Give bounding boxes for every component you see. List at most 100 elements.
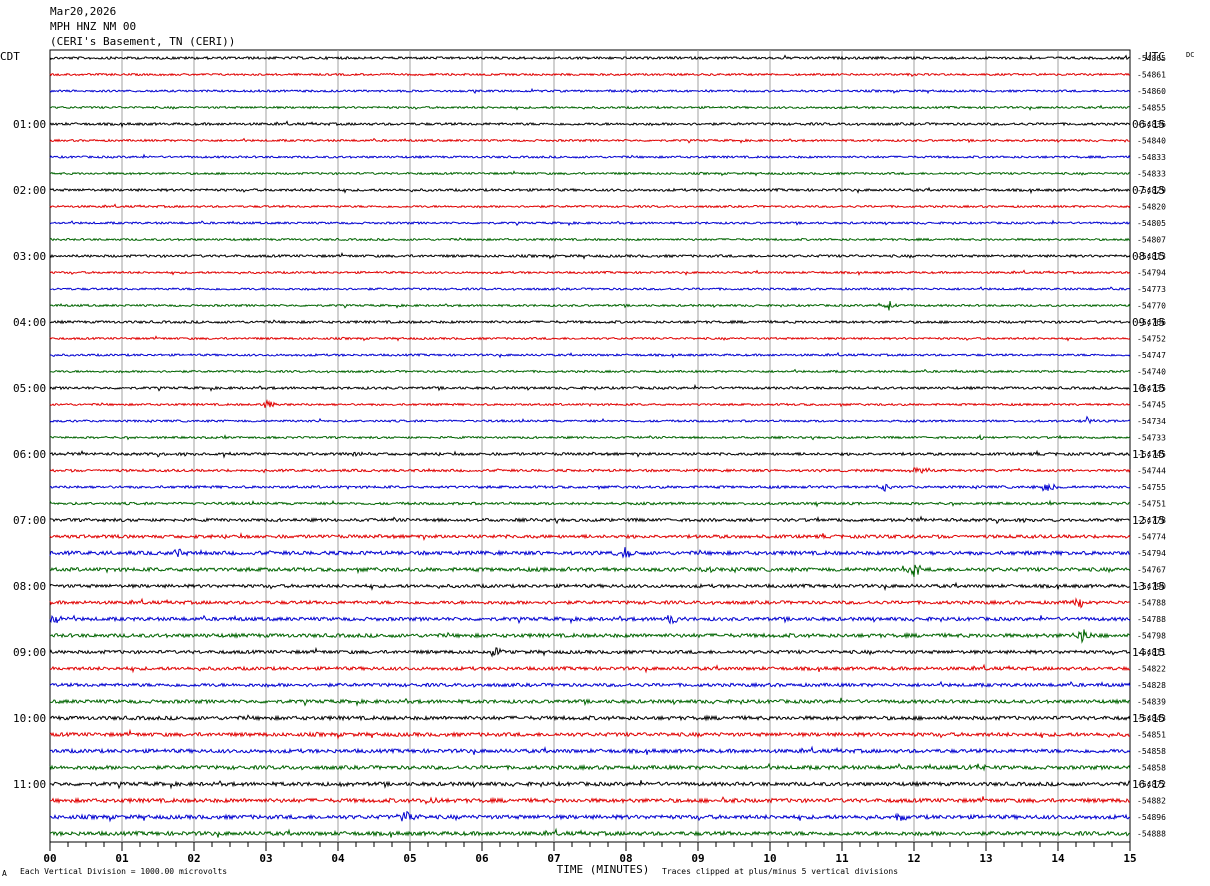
dc-offset-label: -54798 [1137, 632, 1166, 641]
x-tick-label: 06 [475, 852, 489, 865]
dc-offset-label: -54755 [1137, 483, 1166, 492]
seismic-trace [49, 614, 1131, 625]
seismic-trace [49, 203, 1131, 209]
plot-frame [49, 49, 1131, 843]
hour-label-right: 16:15 [1132, 778, 1165, 791]
hour-label-left: 04:00 [13, 316, 46, 329]
dc-offset-label: -54767 [1137, 566, 1166, 575]
x-tick-label: 15 [1123, 852, 1136, 865]
seismic-trace [49, 383, 1131, 392]
hour-label-right: 13:15 [1132, 580, 1165, 593]
seismic-trace [49, 286, 1131, 292]
dc-offset-label: -54740 [1137, 368, 1166, 377]
dc-offset-label: -54805 [1137, 219, 1166, 228]
seismic-trace [49, 335, 1131, 342]
helicorder-chart: -54865-54861-54860-54855-54836-54840-548… [0, 49, 1194, 876]
seismic-trace [49, 532, 1131, 542]
x-tick-label: 12 [907, 852, 920, 865]
seismic-trace [49, 301, 1131, 311]
dc-offset-label: -54882 [1137, 797, 1166, 806]
seismic-trace [49, 581, 1131, 592]
seismic-trace [50, 796, 1131, 805]
seismic-trace [49, 762, 1131, 772]
x-tick-label: 11 [835, 852, 849, 865]
seismic-trace [49, 351, 1131, 359]
hour-label-left: 09:00 [13, 646, 46, 659]
x-tick-label: 01 [115, 852, 129, 865]
seismic-trace [49, 680, 1131, 689]
hour-label-left: 03:00 [13, 250, 46, 263]
seismic-trace [49, 219, 1131, 227]
dc-offset-label: -54770 [1137, 302, 1166, 311]
dc-offset-label: -54733 [1137, 434, 1166, 443]
seismic-trace [49, 237, 1131, 242]
timezone-label-utc: UTC [1145, 50, 1165, 63]
seismic-trace [49, 269, 1131, 276]
dc-offset-label: -54839 [1137, 698, 1166, 707]
seismic-trace [49, 434, 1131, 441]
x-tick-label: 10 [763, 852, 776, 865]
seismic-trace [49, 54, 1131, 61]
dc-offset-label: -54773 [1137, 285, 1166, 294]
dc-offset-label: -54788 [1137, 615, 1166, 624]
seismic-trace [49, 252, 1131, 260]
seismic-trace [49, 564, 1131, 577]
hour-label-left: 07:00 [13, 514, 46, 527]
timezone-label-cdt: CDT [0, 50, 20, 63]
hour-label-left: 05:00 [13, 382, 46, 395]
seismic-trace [49, 646, 1131, 658]
x-tick-label: 03 [259, 852, 272, 865]
x-axis-title: TIME (MINUTES) [557, 863, 650, 876]
seismic-trace [49, 72, 1131, 78]
seismic-trace [49, 368, 1131, 374]
hour-label-right: 11:15 [1132, 448, 1165, 461]
hour-label-right: 06:15 [1132, 118, 1165, 131]
x-tick-label: 02 [187, 852, 200, 865]
dc-offset-label: -54745 [1137, 401, 1166, 410]
x-tick-label: 13 [979, 852, 992, 865]
seismic-trace [49, 104, 1131, 111]
hour-label-right: 07:15 [1132, 184, 1165, 197]
hour-label-right: 14:15 [1132, 646, 1165, 659]
hour-label-right: 09:15 [1132, 316, 1165, 329]
hour-label-right: 12:15 [1132, 514, 1165, 527]
dc-offset-label: -54820 [1137, 203, 1166, 212]
seismic-trace [49, 728, 1131, 740]
dc-offset-label: -54861 [1137, 71, 1166, 80]
seismic-trace [49, 714, 1131, 722]
seismic-trace [49, 153, 1131, 160]
seismic-trace [49, 810, 1131, 823]
dc-offset-label: -54734 [1137, 417, 1166, 426]
dc-offset-label: -54807 [1137, 236, 1166, 245]
dc-offset-label: -54744 [1137, 467, 1166, 476]
dc-offset-label: -54855 [1137, 104, 1166, 113]
hour-label-left: 06:00 [13, 448, 46, 461]
dc-offset-label: -54888 [1137, 830, 1166, 839]
hour-label-right: 10:15 [1132, 382, 1165, 395]
dc-offset-label: -54788 [1137, 599, 1166, 608]
dc-offset-label: -54747 [1137, 351, 1166, 360]
seismic-trace [49, 120, 1131, 129]
scale-note: Each Vertical Division = 1000.00 microvo… [20, 867, 228, 876]
x-tick-label: 14 [1051, 852, 1065, 865]
hour-label-left: 02:00 [13, 184, 46, 197]
seismic-trace [49, 547, 1131, 559]
x-tick-label: 00 [43, 852, 56, 865]
corner-mark: A [2, 869, 7, 878]
seismic-trace [49, 745, 1131, 755]
seismic-trace [49, 319, 1131, 325]
dc-offset-label: -54794 [1137, 549, 1166, 558]
dc-offset-label: -54752 [1137, 335, 1166, 344]
dc-offset-label: -54794 [1137, 269, 1166, 278]
seismic-trace [49, 87, 1131, 95]
dc-offset-label: -54840 [1137, 137, 1166, 146]
seismic-trace [49, 466, 1131, 474]
dc-offset-label: -54751 [1137, 500, 1166, 509]
dc-offset-label: -54858 [1137, 747, 1166, 756]
hour-label-left: 01:00 [13, 118, 46, 131]
dc-offset-label: -54860 [1137, 87, 1166, 96]
hour-label-left: 10:00 [13, 712, 46, 725]
dc-offset-label: -54851 [1137, 731, 1166, 740]
dc-offset-label: -54896 [1137, 813, 1166, 822]
hour-label-right: 08:15 [1132, 250, 1165, 263]
